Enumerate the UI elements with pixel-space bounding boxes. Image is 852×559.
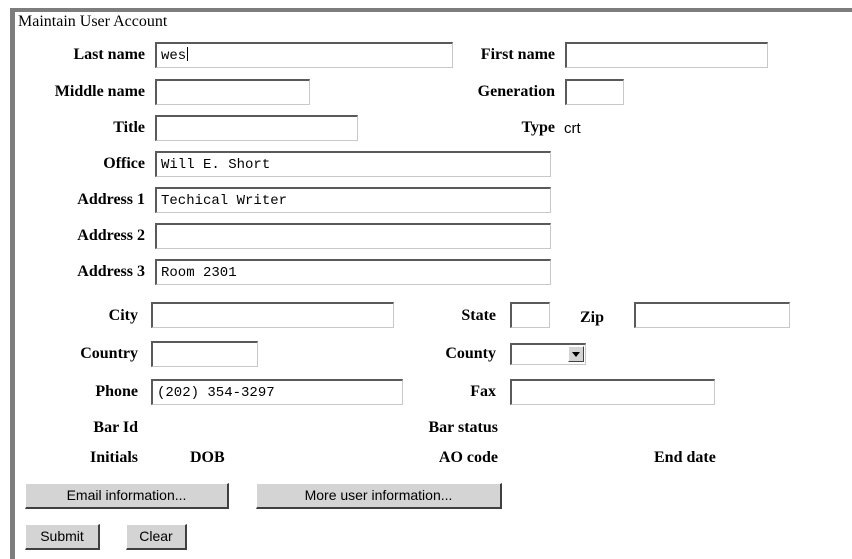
bar-id-label: Bar Id bbox=[93, 419, 138, 436]
last-name-input[interactable]: wes bbox=[155, 42, 453, 68]
ao-code-label: AO code bbox=[438, 449, 498, 466]
zip-input[interactable] bbox=[634, 302, 790, 328]
type-value: crt bbox=[564, 120, 581, 137]
title-label: Title bbox=[113, 119, 145, 136]
phone-input[interactable]: (202) 354-3297 bbox=[151, 379, 403, 405]
clear-button[interactable]: Clear bbox=[126, 524, 187, 550]
country-input[interactable] bbox=[151, 341, 258, 367]
middle-name-input[interactable] bbox=[155, 79, 310, 105]
last-name-label: Last name bbox=[73, 46, 145, 63]
county-select[interactable] bbox=[510, 343, 586, 365]
middle-name-label: Middle name bbox=[54, 83, 145, 100]
country-label: Country bbox=[80, 345, 138, 362]
email-information-button[interactable]: Email information... bbox=[25, 483, 229, 509]
type-label: Type bbox=[521, 119, 555, 136]
office-input[interactable]: Will E. Short bbox=[155, 151, 551, 177]
fax-label: Fax bbox=[470, 383, 496, 400]
text-caret bbox=[187, 47, 189, 61]
chevron-down-icon[interactable] bbox=[568, 346, 584, 362]
address1-input[interactable]: Techical Writer bbox=[155, 187, 551, 213]
state-input[interactable] bbox=[510, 302, 550, 328]
zip-label: Zip bbox=[580, 309, 605, 326]
first-name-label: First name bbox=[480, 46, 555, 63]
city-input[interactable] bbox=[151, 302, 394, 328]
state-label: State bbox=[461, 307, 496, 324]
more-user-information-button[interactable]: More user information... bbox=[256, 483, 502, 509]
fax-input[interactable] bbox=[510, 379, 715, 405]
county-label: County bbox=[445, 345, 496, 362]
window-frame-left bbox=[10, 8, 15, 559]
office-label: Office bbox=[103, 155, 145, 172]
address1-label: Address 1 bbox=[77, 191, 145, 208]
generation-label: Generation bbox=[477, 83, 555, 100]
window-frame-top bbox=[10, 8, 852, 12]
city-label: City bbox=[108, 307, 138, 324]
end-date-label: End date bbox=[654, 449, 716, 466]
address2-input[interactable] bbox=[155, 223, 551, 249]
first-name-input[interactable] bbox=[565, 42, 768, 68]
address3-input[interactable]: Room 2301 bbox=[155, 259, 551, 285]
phone-label: Phone bbox=[95, 383, 138, 400]
address3-label: Address 3 bbox=[77, 263, 145, 280]
address2-label: Address 2 bbox=[77, 227, 145, 244]
last-name-value: wes bbox=[161, 48, 187, 64]
generation-input[interactable] bbox=[565, 79, 624, 105]
initials-label: Initials bbox=[89, 449, 138, 466]
bar-status-label: Bar status bbox=[428, 419, 499, 436]
title-input[interactable] bbox=[155, 115, 358, 141]
form-title: Maintain User Account bbox=[18, 13, 168, 30]
dob-label: DOB bbox=[190, 449, 225, 466]
submit-button[interactable]: Submit bbox=[25, 524, 100, 550]
